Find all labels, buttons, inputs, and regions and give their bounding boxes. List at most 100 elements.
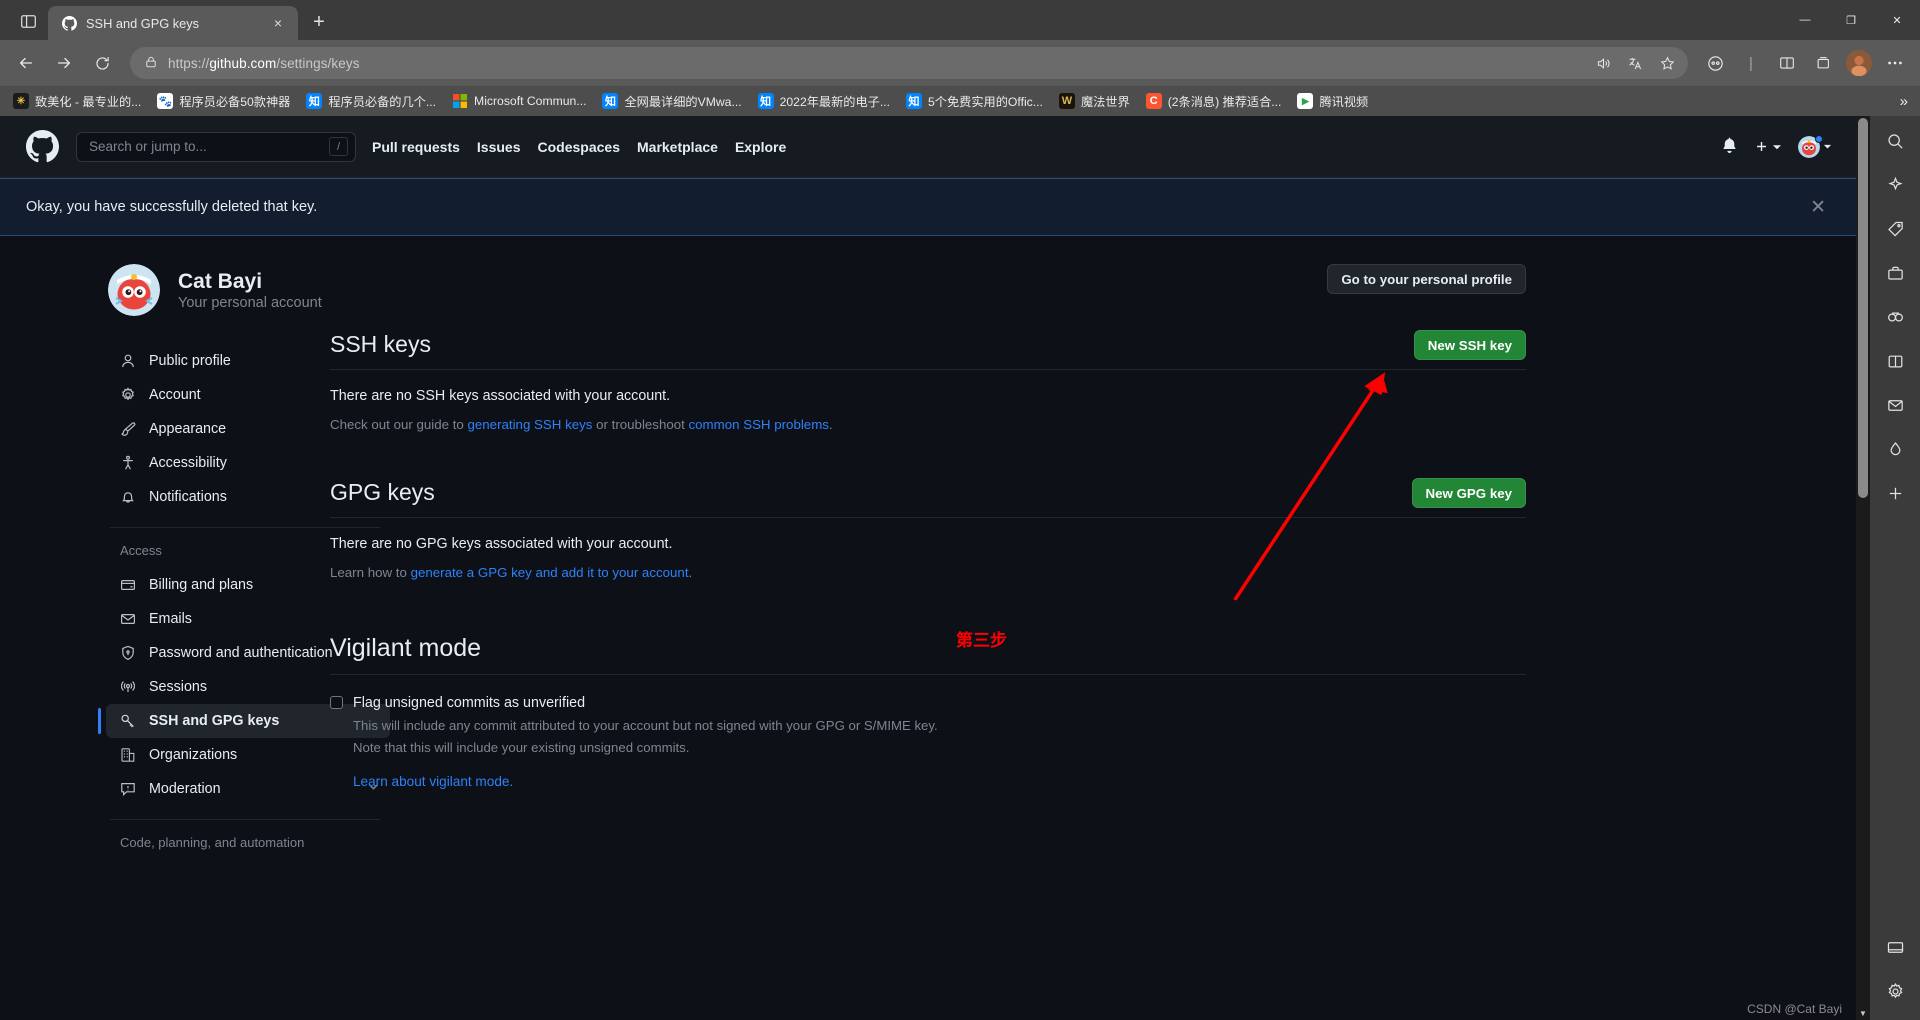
microsoft-logo-icon: [452, 93, 468, 109]
common-ssh-problems-link[interactable]: common SSH problems: [689, 417, 829, 432]
maximize-button[interactable]: ❐: [1828, 0, 1874, 40]
games-icon[interactable]: [1878, 302, 1912, 332]
tools-icon[interactable]: [1878, 258, 1912, 288]
forward-button[interactable]: [46, 47, 82, 79]
tab-actions-button[interactable]: [8, 5, 48, 37]
bookmark-label: 腾讯视频: [1319, 95, 1369, 109]
bookmark-item[interactable]: W 魔法世界: [1052, 89, 1137, 113]
minimize-button[interactable]: —: [1782, 0, 1828, 40]
browser-settings-icon[interactable]: [1878, 47, 1912, 79]
bookmark-item[interactable]: ✳ 致美化 - 最专业的...: [6, 89, 148, 113]
collections-icon[interactable]: [1806, 47, 1840, 79]
add-tool-icon[interactable]: [1878, 478, 1912, 508]
tab-strip: SSH and GPG keys × +: [0, 0, 334, 40]
github-header: Search or jump to... / Pull requests Iss…: [0, 116, 1856, 178]
screenshot-icon[interactable]: [1878, 932, 1912, 962]
bookmark-item[interactable]: 知 程序员必备的几个...: [299, 89, 443, 113]
translate-icon[interactable]: [1620, 50, 1650, 76]
vigilant-mode-option[interactable]: Flag unsigned commits as unverified This…: [330, 675, 1526, 759]
settings-sidebar: Cat Bayi Your personal account Public pr…: [0, 264, 390, 850]
browser-window: SSH and GPG keys × + — ❐ ✕ https://githu…: [0, 0, 1920, 1020]
close-icon[interactable]: ✕: [1810, 198, 1834, 217]
bookmark-item[interactable]: ▶ 腾讯视频: [1290, 89, 1375, 113]
ssh-keys-section-body: There are no SSH keys associated with yo…: [330, 370, 1526, 432]
outlook-icon[interactable]: [1878, 390, 1912, 420]
flag-unsigned-commits-checkbox[interactable]: [330, 695, 343, 709]
bookmark-item[interactable]: 知 2022年最新的电子...: [751, 89, 897, 113]
drop-icon[interactable]: [1878, 434, 1912, 464]
back-button[interactable]: [8, 47, 44, 79]
go-to-personal-profile-button[interactable]: Go to your personal profile: [1327, 264, 1526, 294]
vigilant-learn-link-wrap: Learn about vigilant mode.: [330, 774, 1526, 789]
learn-about-vigilant-mode-link[interactable]: Learn about vigilant mode.: [353, 774, 513, 789]
sidebar-item-label: Password and authentication: [149, 645, 333, 662]
split-screen-icon[interactable]: [1770, 47, 1804, 79]
page-scrollbar[interactable]: ▲ ▼: [1856, 116, 1870, 1020]
favorite-star-icon[interactable]: [1652, 50, 1682, 76]
browser-tab[interactable]: SSH and GPG keys ×: [48, 6, 298, 40]
github-page: Search or jump to... / Pull requests Iss…: [0, 116, 1856, 1020]
account-menu-button[interactable]: [1798, 134, 1832, 158]
nav-explore[interactable]: Explore: [735, 139, 786, 155]
sidebar-item-label: Sessions: [149, 679, 208, 696]
settings-gear-icon[interactable]: [1878, 976, 1912, 1006]
create-new-button[interactable]: [1754, 139, 1782, 154]
github-mark-icon[interactable]: [26, 129, 60, 164]
bookmark-item[interactable]: 🐾 程序员必备50款神器: [150, 89, 297, 113]
new-ssh-key-button[interactable]: New SSH key: [1413, 330, 1526, 360]
bookmark-label: 致美化 - 最专业的...: [35, 95, 142, 109]
bookmark-item[interactable]: 知 5个免费实用的Offic...: [899, 89, 1050, 113]
nav-pull-requests[interactable]: Pull requests: [372, 139, 460, 155]
search-input[interactable]: Search or jump to... /: [76, 131, 356, 162]
paintbrush-icon: [120, 421, 136, 437]
close-icon[interactable]: ×: [268, 13, 288, 33]
browser-titlebar: SSH and GPG keys × + — ❐ ✕: [0, 0, 1920, 40]
split-icon[interactable]: [1878, 346, 1912, 376]
bookmark-item[interactable]: C (2条消息) 推荐适合...: [1139, 89, 1289, 113]
bookmark-item[interactable]: Microsoft Commun...: [445, 90, 593, 112]
sidebar-item-label: Organizations: [149, 747, 238, 764]
address-bar[interactable]: https://github.com/settings/keys: [130, 47, 1688, 79]
scroll-down-arrow[interactable]: ▼: [1856, 1006, 1870, 1020]
page-title: SSH keys: [330, 331, 431, 358]
report-icon: [120, 781, 136, 797]
account-subtitle: Your personal account: [178, 295, 322, 312]
sidebar-item-label: Emails: [149, 611, 192, 628]
sidebar-item-label: Appearance: [149, 421, 227, 438]
copilot-icon[interactable]: [1698, 47, 1732, 79]
vigilant-text-block: Flag unsigned commits as unverified This…: [353, 693, 938, 759]
search-placeholder: Search or jump to...: [89, 139, 207, 154]
tab-title: SSH and GPG keys: [86, 15, 200, 31]
bookmark-label: Microsoft Commun...: [474, 94, 587, 108]
bookmark-item[interactable]: 知 全网最详细的VMwa...: [595, 89, 748, 113]
github-icon: [61, 15, 77, 31]
sidebar-item-label: Notifications: [149, 489, 227, 506]
new-tab-button[interactable]: +: [304, 7, 334, 37]
nav-marketplace[interactable]: Marketplace: [637, 139, 718, 155]
bookmarks-overflow-button[interactable]: »: [1894, 93, 1914, 110]
bell-icon[interactable]: [1721, 136, 1738, 158]
generating-ssh-keys-link[interactable]: generating SSH keys: [468, 417, 593, 432]
gpg-keys-section-header: GPG keys New GPG key: [330, 478, 1526, 518]
read-aloud-icon[interactable]: [1588, 50, 1618, 76]
search-icon[interactable]: [1878, 126, 1912, 156]
scrollbar-thumb[interactable]: [1858, 118, 1868, 498]
browser-navbar: https://github.com/settings/keys |: [0, 40, 1920, 86]
profile-avatar[interactable]: [1842, 47, 1876, 79]
generate-gpg-key-link[interactable]: generate a GPG key and add it to your ac…: [411, 565, 689, 580]
bookmark-favicon: ▶: [1297, 93, 1314, 109]
sidebar-item-label: Public profile: [149, 353, 231, 369]
shopping-tag-icon[interactable]: [1878, 214, 1912, 244]
chevron-down-icon: [1823, 144, 1832, 149]
gpg-help-text: Learn how to generate a GPG key and add …: [330, 565, 1526, 580]
ssh-keys-section-header: SSH keys New SSH key: [330, 330, 1526, 370]
nav-codespaces[interactable]: Codespaces: [538, 139, 620, 155]
copilot-icon[interactable]: [1878, 170, 1912, 200]
reload-button[interactable]: [84, 47, 120, 79]
sidebar-item-label: Billing and plans: [149, 577, 254, 594]
new-gpg-key-button[interactable]: New GPG key: [1411, 478, 1526, 508]
nav-issues[interactable]: Issues: [477, 139, 521, 155]
close-window-button[interactable]: ✕: [1874, 0, 1920, 40]
bookmarks-bar: ✳ 致美化 - 最专业的... 🐾 程序员必备50款神器 知 程序员必备的几个.…: [0, 86, 1920, 116]
